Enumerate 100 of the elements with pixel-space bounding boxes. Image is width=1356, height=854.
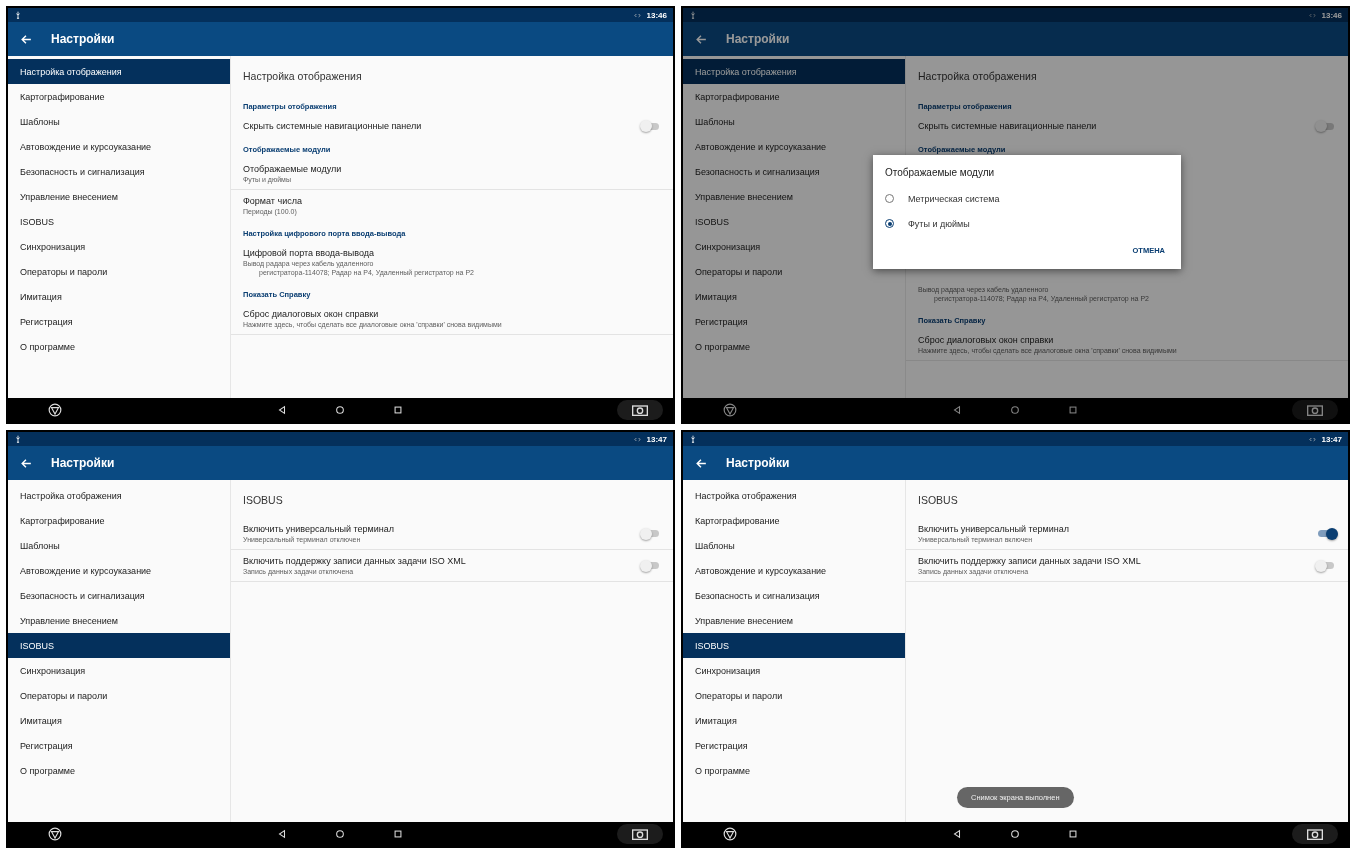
sidebar-item[interactable]: Регистрация: [8, 309, 230, 334]
preference-title: Включить универсальный терминал: [243, 524, 395, 534]
sidebar-item[interactable]: Регистрация: [683, 309, 905, 334]
sidebar-item[interactable]: Регистрация: [8, 733, 230, 758]
sidebar-item[interactable]: Автовождение и курсоуказание: [683, 558, 905, 583]
home-icon[interactable]: [334, 829, 345, 839]
network-icon: [1307, 435, 1317, 443]
usb-icon: [14, 11, 22, 19]
sidebar-item[interactable]: Синхронизация: [683, 658, 905, 683]
sidebar-item[interactable]: Операторы и пароли: [8, 683, 230, 708]
app-title: Настройки: [726, 32, 790, 46]
sidebar-item[interactable]: О программе: [683, 758, 905, 783]
status-time: 13:46: [646, 10, 667, 20]
sidebar-item[interactable]: ISOBUS: [8, 209, 230, 234]
back-arrow-icon[interactable]: [695, 456, 708, 470]
sidebar-item[interactable]: ISOBUS: [683, 633, 905, 658]
app-title: Настройки: [726, 456, 790, 470]
toggle-switch[interactable]: [643, 122, 659, 130]
app-title: Настройки: [51, 456, 115, 470]
sidebar-item[interactable]: Имитация: [8, 284, 230, 309]
camera-icon: [1307, 404, 1323, 416]
sidebar-item[interactable]: Регистрация: [683, 733, 905, 758]
sidebar-item[interactable]: Шаблоны: [8, 109, 230, 134]
sidebar-item[interactable]: Управление внесением: [8, 184, 230, 209]
sidebar-item[interactable]: Безопасность и сигнализация: [8, 159, 230, 184]
triangle-logo-icon[interactable]: [723, 827, 737, 841]
usb-icon: [689, 11, 697, 19]
sidebar-item[interactable]: Настройка отображения: [683, 483, 905, 508]
screenshot-button[interactable]: [1292, 824, 1338, 844]
camera-icon: [632, 404, 648, 416]
sidebar-item[interactable]: Шаблоны: [8, 533, 230, 558]
preference-title: Формат числа: [243, 196, 303, 206]
sidebar-item[interactable]: О программе: [8, 758, 230, 783]
screenshot-button[interactable]: [617, 400, 663, 420]
sidebar-item[interactable]: О программе: [8, 334, 230, 359]
sidebar-item[interactable]: Шаблоны: [683, 109, 905, 134]
sidebar-item[interactable]: Синхронизация: [8, 234, 230, 259]
recents-icon[interactable]: [392, 405, 403, 415]
dialog-title: Отображаемые модули: [885, 167, 996, 178]
sidebar-item[interactable]: Имитация: [683, 708, 905, 733]
option-label: Футы и дюймы: [908, 218, 970, 229]
sidebar-item[interactable]: Настройка отображения: [8, 483, 230, 508]
page-heading: Настройка отображения: [242, 69, 363, 84]
preference-title: Скрыть системные навигационные панели: [918, 121, 1098, 131]
status-time: 13:46: [1321, 10, 1342, 20]
camera-icon: [632, 828, 648, 840]
sidebar-item[interactable]: Картографирование: [683, 84, 905, 109]
sidebar-item[interactable]: Безопасность и сигнализация: [683, 583, 905, 608]
triangle-logo-icon[interactable]: [48, 403, 62, 417]
back-icon[interactable]: [951, 829, 962, 839]
sidebar-item[interactable]: Управление внесением: [683, 608, 905, 633]
sidebar-item[interactable]: Настройка отображения: [683, 59, 905, 84]
sidebar-item[interactable]: О программе: [683, 334, 905, 359]
triangle-logo-icon[interactable]: [48, 827, 62, 841]
back-icon[interactable]: [276, 405, 287, 415]
toggle-switch[interactable]: [643, 530, 659, 537]
sidebar-item[interactable]: Автовождение и курсоуказание: [8, 558, 230, 583]
sidebar-item[interactable]: Картографирование: [683, 508, 905, 533]
sidebar-item[interactable]: Имитация: [683, 284, 905, 309]
preference-title: Сброс диалоговых окон справки: [243, 309, 380, 319]
sidebar-item[interactable]: Настройка отображения: [8, 59, 230, 84]
back-arrow-icon[interactable]: [20, 32, 33, 46]
sidebar-item[interactable]: Картографирование: [8, 84, 230, 109]
usb-icon: [689, 435, 697, 443]
preference-row[interactable]: Скрыть системные навигационные панели: [231, 115, 673, 137]
sidebar-item[interactable]: Автовождение и курсоуказание: [8, 134, 230, 159]
option-label: Метрическая система: [908, 193, 1000, 204]
page-heading: Настройка отображения: [917, 69, 1038, 84]
network-icon: [632, 435, 642, 443]
home-icon[interactable]: [334, 405, 345, 415]
sidebar-item[interactable]: Безопасность и сигнализация: [8, 583, 230, 608]
preference-title: Включить поддержку записи данных задачи ISO XML: [918, 556, 1142, 566]
network-icon: [632, 11, 642, 19]
sidebar-item[interactable]: Имитация: [8, 708, 230, 733]
status-time: 13:47: [1321, 434, 1342, 444]
network-icon: [1307, 11, 1317, 19]
toggle-switch[interactable]: [1318, 122, 1334, 130]
sidebar-item[interactable]: Операторы и пароли: [8, 259, 230, 284]
sidebar-item[interactable]: ISOBUS: [8, 633, 230, 658]
preference-title: Включить универсальный терминал: [918, 524, 1070, 534]
home-icon[interactable]: [1009, 829, 1020, 839]
preference-row[interactable]: Скрыть системные навигационные панели: [906, 115, 1348, 137]
sidebar-item[interactable]: Синхронизация: [8, 658, 230, 683]
sidebar-item[interactable]: Картографирование: [8, 508, 230, 533]
app-title: Настройки: [51, 32, 115, 46]
recents-icon[interactable]: [392, 829, 403, 839]
back-icon[interactable]: [276, 829, 287, 839]
usb-icon: [14, 435, 22, 443]
toggle-switch[interactable]: [1318, 562, 1334, 569]
preference-title: Отображаемые модули: [243, 164, 343, 174]
status-time: 13:47: [646, 434, 667, 444]
screenshot-button[interactable]: [617, 824, 663, 844]
back-arrow-icon[interactable]: [695, 32, 708, 46]
sidebar-item[interactable]: Управление внесением: [8, 608, 230, 633]
toggle-switch[interactable]: [643, 562, 659, 569]
preference-title: Цифровой порта ввода-вывода: [243, 248, 376, 258]
back-arrow-icon[interactable]: [20, 456, 33, 470]
sidebar-item[interactable]: Операторы и пароли: [683, 683, 905, 708]
sidebar-item[interactable]: Шаблоны: [683, 533, 905, 558]
recents-icon[interactable]: [1067, 829, 1078, 839]
